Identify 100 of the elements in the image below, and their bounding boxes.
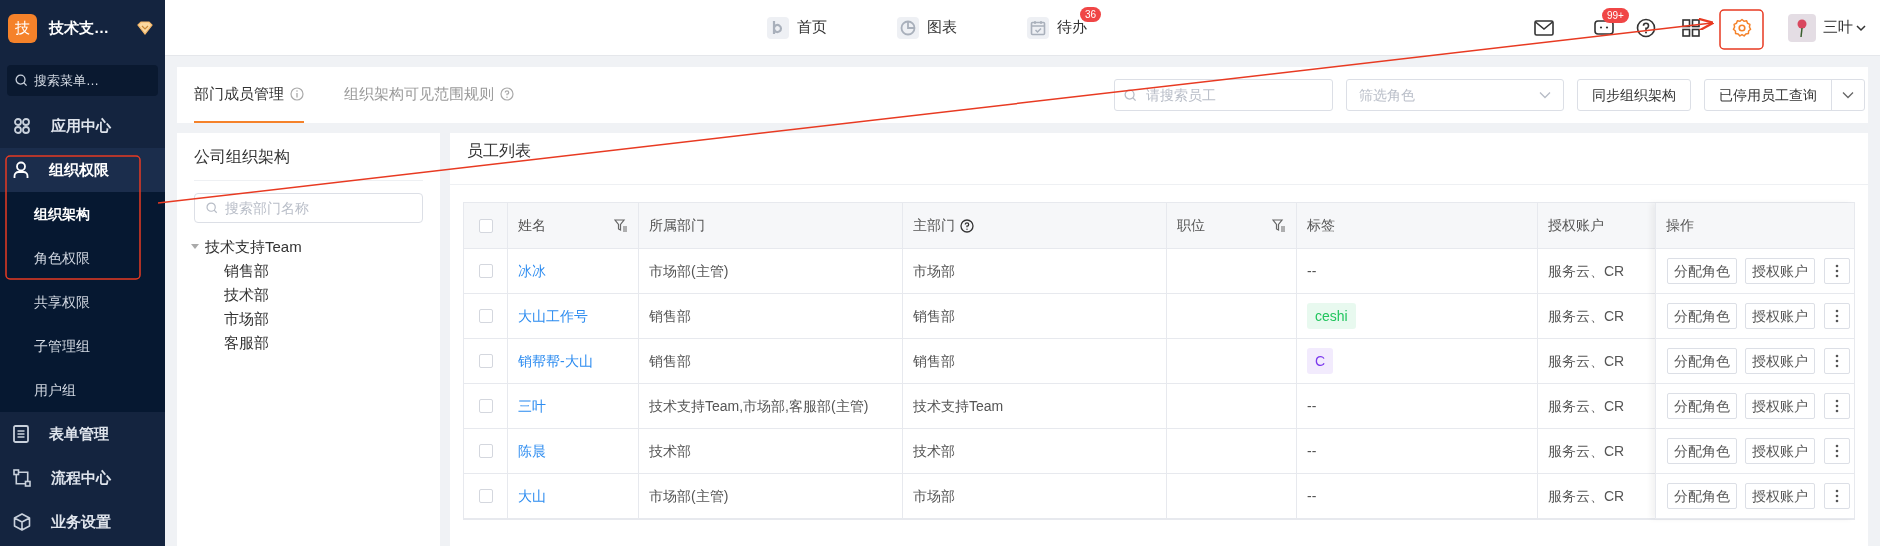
table-cell-text: 服务云、CR — [1548, 351, 1625, 371]
assign-role-button[interactable]: 分配角色 — [1667, 348, 1737, 374]
column-header[interactable]: 授权账户 — [1538, 203, 1655, 248]
column-header[interactable]: 操作 — [1656, 203, 1854, 248]
submenu-item[interactable]: 共享权限 — [0, 280, 165, 324]
form-icon — [13, 425, 29, 443]
menu-item[interactable]: 表单管理 — [0, 412, 165, 456]
search-icon — [1124, 89, 1137, 102]
table-cell-text: 销售部 — [649, 306, 691, 326]
filter-icon[interactable] — [614, 219, 628, 232]
grid-icon[interactable] — [1682, 18, 1700, 37]
help-icon — [960, 218, 974, 233]
authorize-account-button[interactable]: 授权账户 — [1745, 348, 1815, 374]
help-icon[interactable] — [1636, 17, 1656, 38]
assign-role-button[interactable]: 分配角色 — [1667, 303, 1737, 329]
column-header[interactable]: 主部门 — [903, 203, 1167, 248]
table-cell-text: 服务云、CR — [1548, 306, 1625, 326]
employee-name-link[interactable]: 销帮帮-大山 — [518, 350, 593, 372]
menu-item[interactable]: 流程中心 — [0, 456, 165, 500]
pie-chart-icon[interactable] — [897, 16, 919, 39]
authorize-account-button[interactable]: 授权账户 — [1745, 393, 1815, 419]
authorize-account-button[interactable]: 授权账户 — [1745, 438, 1815, 464]
more-button[interactable] — [1824, 303, 1850, 329]
info-icon — [290, 87, 304, 101]
employee-name-link[interactable]: 三叶 — [518, 395, 546, 417]
tab[interactable]: 部门成员管理 — [194, 67, 304, 123]
settings-icon[interactable] — [1732, 17, 1752, 38]
checkbox[interactable] — [478, 309, 493, 323]
menu-label: 组织权限 — [49, 159, 109, 180]
assign-role-button[interactable]: 分配角色 — [1667, 438, 1737, 464]
more-button[interactable] — [1824, 348, 1850, 374]
column-title: 标签 — [1307, 216, 1335, 235]
org-logo: 技 — [8, 13, 37, 43]
employee-search-field[interactable]: 请搜索员工 — [1114, 79, 1333, 111]
employee-name-link[interactable]: 大山 — [518, 485, 546, 507]
checkbox[interactable] — [478, 354, 493, 368]
more-button[interactable] — [1824, 393, 1850, 419]
authorize-account-button[interactable]: 授权账户 — [1745, 303, 1815, 329]
employee-name-link[interactable]: 大山工作号 — [518, 305, 588, 327]
checkbox[interactable] — [478, 218, 493, 233]
nav-link[interactable]: 首页 — [797, 16, 827, 39]
column-header[interactable]: 姓名 — [508, 203, 639, 248]
filter-icon[interactable] — [1272, 219, 1286, 232]
calendar-icon[interactable] — [1027, 16, 1049, 39]
table-cell-text: 技术部 — [913, 441, 955, 461]
tree-node[interactable]: 客服部 — [210, 331, 269, 355]
flower-icon — [1795, 17, 1809, 38]
table-cell-text: 市场部 — [913, 261, 955, 281]
more-icon — [1835, 309, 1839, 323]
mail-icon[interactable] — [1534, 19, 1554, 36]
more-button[interactable] — [1824, 438, 1850, 464]
table-cell-text: -- — [1307, 261, 1317, 281]
nav-link[interactable]: 图表 — [927, 16, 957, 39]
tree-node[interactable]: 技术支持Team — [205, 235, 302, 259]
user-name[interactable]: 三叶 — [1823, 16, 1853, 39]
menu-item[interactable]: 应用中心 — [0, 104, 165, 148]
menu-item[interactable]: 业务设置 — [0, 500, 165, 544]
avatar[interactable] — [1788, 13, 1816, 42]
checkbox[interactable] — [478, 489, 493, 503]
column-header[interactable]: 标签 — [1297, 203, 1538, 248]
assign-role-button[interactable]: 分配角色 — [1667, 393, 1737, 419]
notification-badge: 36 — [1080, 7, 1102, 23]
authorize-account-button[interactable]: 授权账户 — [1745, 258, 1815, 284]
submenu-item[interactable]: 组织架构 — [0, 192, 165, 236]
checkbox[interactable] — [478, 444, 493, 458]
search-icon — [206, 202, 218, 214]
checkbox[interactable] — [478, 264, 493, 278]
flow-icon — [13, 469, 31, 487]
checkbox[interactable] — [478, 399, 493, 413]
b-logo-icon[interactable] — [767, 16, 789, 39]
table-cell-text: -- — [1307, 441, 1317, 461]
tree-node[interactable]: 市场部 — [210, 307, 269, 331]
apps-icon — [13, 117, 31, 135]
chevron-down-icon[interactable] — [1856, 23, 1866, 32]
sync-button[interactable]: 同步组织架构 — [1577, 79, 1691, 111]
employee-name-link[interactable]: 陈晨 — [518, 440, 546, 462]
assign-role-button[interactable]: 分配角色 — [1667, 258, 1737, 284]
more-icon — [1835, 264, 1839, 278]
column-header[interactable]: 职位 — [1167, 203, 1297, 248]
tag: ceshi — [1307, 303, 1356, 329]
tree-node[interactable]: 销售部 — [210, 259, 269, 283]
department-search-field[interactable]: 搜索部门名称 — [194, 193, 423, 223]
column-title: 授权账户 — [1548, 216, 1604, 235]
more-icon — [1835, 489, 1839, 503]
column-header[interactable]: 所属部门 — [639, 203, 903, 248]
panel-title: 员工列表 — [450, 133, 1868, 185]
submenu-item[interactable]: 用户组 — [0, 368, 165, 412]
more-button[interactable] — [1824, 258, 1850, 284]
submenu-item[interactable]: 角色权限 — [0, 236, 165, 280]
menu-label: 流程中心 — [51, 467, 111, 488]
submenu-item[interactable]: 子管理组 — [0, 324, 165, 368]
menu-item[interactable]: 组织权限 — [0, 148, 165, 192]
more-button[interactable] — [1824, 483, 1850, 509]
authorize-account-button[interactable]: 授权账户 — [1745, 483, 1815, 509]
employee-name-link[interactable]: 冰冰 — [518, 260, 546, 282]
column-title: 主部门 — [913, 216, 955, 235]
assign-role-button[interactable]: 分配角色 — [1667, 483, 1737, 509]
caret-icon[interactable] — [191, 244, 199, 250]
tree-node[interactable]: 技术部 — [210, 283, 269, 307]
menu-search-field[interactable]: 搜索菜单… — [7, 65, 158, 96]
